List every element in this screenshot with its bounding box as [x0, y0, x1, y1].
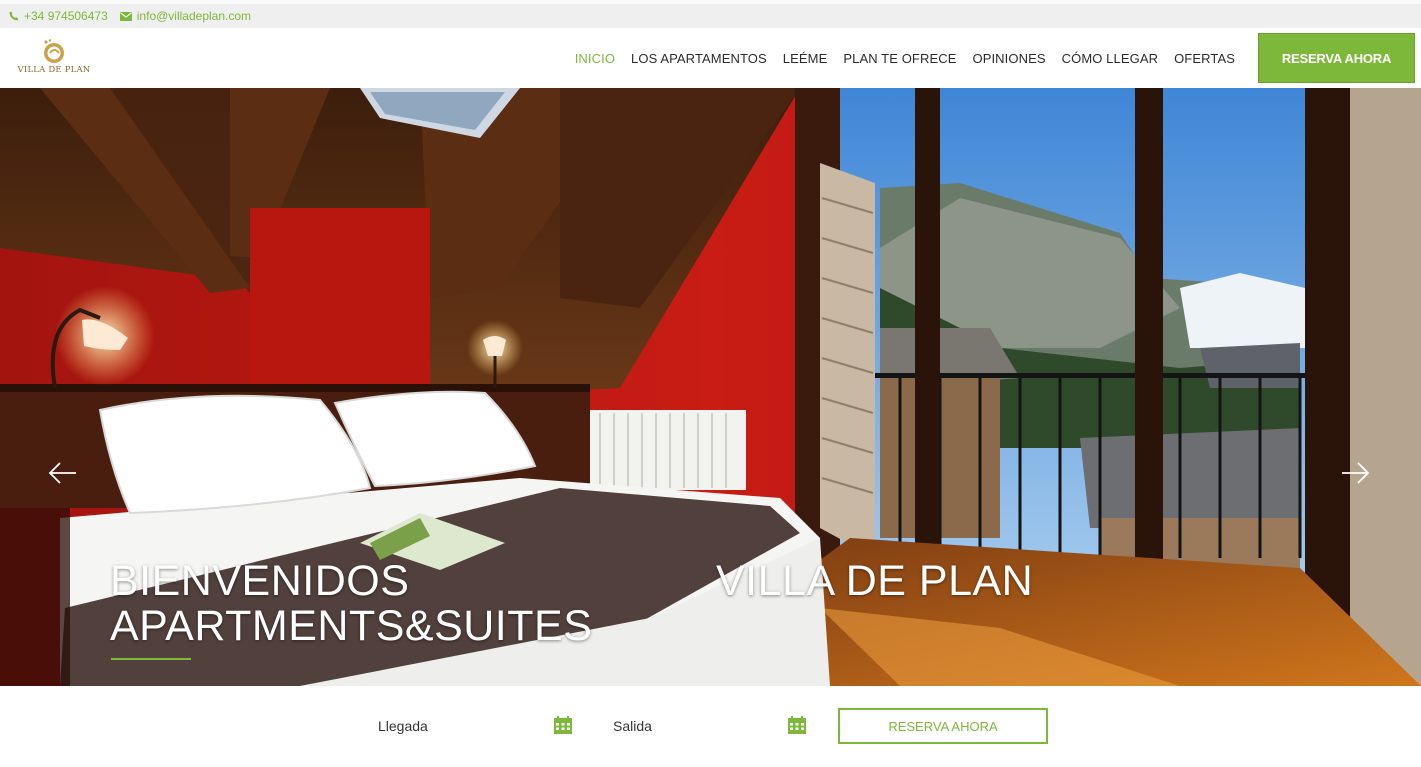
nav-item-ofertas[interactable]: OFERTAS [1174, 51, 1235, 66]
site-logo[interactable]: VILLA DE PLAN [14, 38, 94, 82]
hero-slider: BIENVENIDOS APARTMENTS&SUITES VILLA DE P… [0, 88, 1421, 686]
arrow-right-icon[interactable] [1340, 460, 1370, 486]
hero-title-underline [111, 658, 191, 660]
hero-title-villa-de-plan: VILLA DE PLAN [716, 557, 1034, 605]
departure-date-field[interactable]: Salida [613, 718, 652, 734]
main-nav: INICIO LOS APARTAMENTOS LEÉME PLAN TE OF… [559, 28, 1235, 88]
nav-item-leeme[interactable]: LEÉME [783, 51, 828, 66]
phone-number: +34 974506473 [24, 9, 108, 23]
reserve-now-button[interactable]: RESERVA AHORA [1258, 33, 1415, 83]
hero-title-apartments-suites: APARTMENTS&SUITES [110, 602, 593, 650]
nav-item-inicio[interactable]: INICIO [575, 51, 615, 66]
calendar-icon[interactable] [554, 716, 572, 734]
envelope-icon [119, 11, 132, 21]
arrival-date-field[interactable]: Llegada [378, 718, 428, 734]
booking-submit-button[interactable]: RESERVA AHORA [838, 708, 1048, 744]
calendar-icon[interactable] [788, 716, 806, 734]
logo-text: VILLA DE PLAN [17, 65, 91, 75]
email-address: info@villadeplan.com [136, 9, 252, 23]
phone-contact[interactable]: +34 974506473 [9, 9, 108, 23]
site-header: VILLA DE PLAN INICIO LOS APARTAMENTOS LE… [0, 28, 1421, 88]
email-contact[interactable]: info@villadeplan.com [119, 9, 252, 23]
hero-title-bienvenidos: BIENVENIDOS [110, 557, 410, 605]
top-info-bar: +34 974506473 info@villadeplan.com [0, 0, 1421, 28]
phone-icon [9, 11, 19, 21]
arrow-left-icon[interactable] [48, 460, 78, 486]
nav-item-como-llegar[interactable]: CÓMO LLEGAR [1062, 51, 1158, 66]
nav-item-plan-te-ofrece[interactable]: PLAN TE OFRECE [843, 51, 956, 66]
nav-item-opiniones[interactable]: OPINIONES [972, 51, 1045, 66]
booking-bar: Llegada Salida RESERVA AHORA [0, 686, 1421, 767]
nav-item-apartamentos[interactable]: LOS APARTAMENTOS [631, 51, 767, 66]
logo-emblem-icon [44, 39, 64, 63]
